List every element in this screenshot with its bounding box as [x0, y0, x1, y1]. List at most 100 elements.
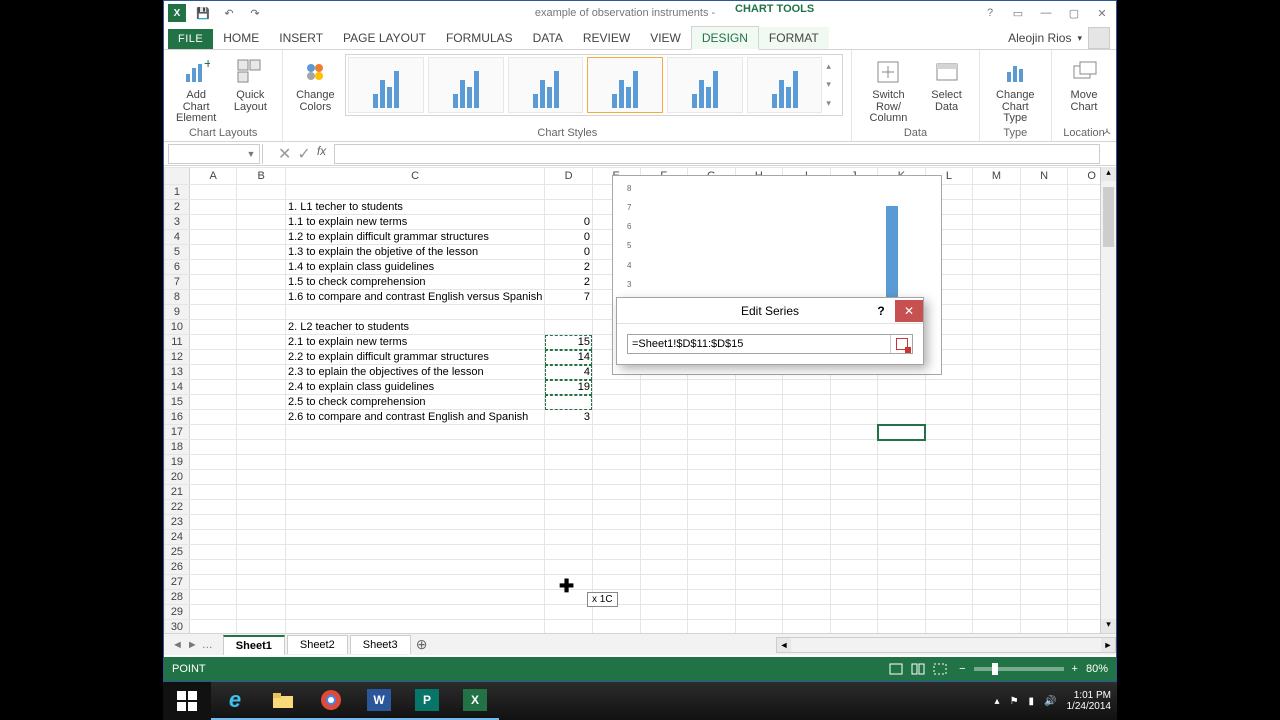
cell-J25[interactable] — [830, 545, 878, 560]
cell-D14[interactable]: 19 — [545, 380, 593, 395]
cell-G17[interactable] — [688, 425, 736, 440]
row-header-2[interactable]: 2 — [165, 200, 190, 215]
cell-C28[interactable] — [285, 590, 544, 605]
cell-B16[interactable] — [237, 410, 286, 425]
cell-G30[interactable] — [688, 620, 736, 634]
cell-M12[interactable] — [973, 350, 1021, 365]
cell-J15[interactable] — [830, 395, 878, 410]
cell-C4[interactable]: 1.2 to explain difficult grammar structu… — [285, 230, 544, 245]
cell-A9[interactable] — [189, 305, 237, 320]
cell-C17[interactable] — [285, 425, 544, 440]
cell-B6[interactable] — [237, 260, 286, 275]
cell-F16[interactable] — [640, 410, 688, 425]
row-header-29[interactable]: 29 — [165, 605, 190, 620]
cell-C30[interactable] — [285, 620, 544, 634]
cell-N11[interactable] — [1020, 335, 1068, 350]
cell-C16[interactable]: 2.6 to compare and contrast English and … — [285, 410, 544, 425]
cell-A12[interactable] — [189, 350, 237, 365]
taskbar-word-icon[interactable]: W — [355, 682, 403, 720]
cell-K27[interactable] — [878, 575, 926, 590]
cell-K15[interactable] — [878, 395, 926, 410]
cell-J17[interactable] — [830, 425, 878, 440]
row-header-1[interactable]: 1 — [165, 185, 190, 200]
cell-H15[interactable] — [735, 395, 783, 410]
taskbar-explorer-icon[interactable] — [259, 682, 307, 720]
cell-A26[interactable] — [189, 560, 237, 575]
tab-formulas[interactable]: FORMULAS — [436, 27, 523, 49]
row-header-26[interactable]: 26 — [165, 560, 190, 575]
start-button[interactable] — [163, 682, 211, 720]
cell-D20[interactable] — [545, 470, 593, 485]
cell-M9[interactable] — [973, 305, 1021, 320]
cell-J24[interactable] — [830, 530, 878, 545]
cell-F21[interactable] — [640, 485, 688, 500]
cell-C8[interactable]: 1.6 to compare and contrast English vers… — [285, 290, 544, 305]
cell-J30[interactable] — [830, 620, 878, 634]
row-header-23[interactable]: 23 — [165, 515, 190, 530]
row-header-22[interactable]: 22 — [165, 500, 190, 515]
cell-A22[interactable] — [189, 500, 237, 515]
cell-C20[interactable] — [285, 470, 544, 485]
cell-H20[interactable] — [735, 470, 783, 485]
col-header-C[interactable]: C — [285, 168, 544, 185]
cell-K21[interactable] — [878, 485, 926, 500]
cell-B14[interactable] — [237, 380, 286, 395]
cell-I30[interactable] — [783, 620, 830, 634]
tab-insert[interactable]: INSERT — [269, 27, 333, 49]
cell-D10[interactable] — [545, 320, 593, 335]
cell-N27[interactable] — [1020, 575, 1068, 590]
view-page-break-icon[interactable] — [929, 660, 951, 678]
sheet-tab-1[interactable]: Sheet1 — [223, 635, 285, 655]
cell-L18[interactable] — [925, 440, 973, 455]
cell-K26[interactable] — [878, 560, 926, 575]
cell-D3[interactable]: 0 — [545, 215, 593, 230]
cancel-formula-icon[interactable]: ✕ — [278, 144, 291, 164]
cell-B11[interactable] — [237, 335, 286, 350]
cell-J21[interactable] — [830, 485, 878, 500]
cell-D4[interactable]: 0 — [545, 230, 593, 245]
cell-K24[interactable] — [878, 530, 926, 545]
taskbar-chrome-icon[interactable] — [307, 682, 355, 720]
cell-L16[interactable] — [925, 410, 973, 425]
cell-D5[interactable]: 0 — [545, 245, 593, 260]
col-header-D[interactable]: D — [545, 168, 593, 185]
cell-J14[interactable] — [830, 380, 878, 395]
row-header-16[interactable]: 16 — [165, 410, 190, 425]
cell-M13[interactable] — [973, 365, 1021, 380]
cell-L17[interactable] — [925, 425, 973, 440]
row-header-24[interactable]: 24 — [165, 530, 190, 545]
cell-B2[interactable] — [237, 200, 286, 215]
cell-M30[interactable] — [973, 620, 1021, 634]
cell-D26[interactable] — [545, 560, 593, 575]
cell-D12[interactable]: 14 — [545, 350, 593, 365]
cell-B23[interactable] — [237, 515, 286, 530]
collapse-ribbon-icon[interactable]: ㅅ — [1102, 123, 1112, 139]
cell-F18[interactable] — [640, 440, 688, 455]
cell-F26[interactable] — [640, 560, 688, 575]
cell-M16[interactable] — [973, 410, 1021, 425]
cell-N20[interactable] — [1020, 470, 1068, 485]
cell-F24[interactable] — [640, 530, 688, 545]
cell-C22[interactable] — [285, 500, 544, 515]
cell-A7[interactable] — [189, 275, 237, 290]
cell-A1[interactable] — [189, 185, 237, 200]
cell-E21[interactable] — [592, 485, 640, 500]
cell-J29[interactable] — [830, 605, 878, 620]
account-menu[interactable]: Aleojin Rios ▾ — [1008, 27, 1116, 49]
cell-M14[interactable] — [973, 380, 1021, 395]
cell-G18[interactable] — [688, 440, 736, 455]
cell-G24[interactable] — [688, 530, 736, 545]
cell-F28[interactable] — [640, 590, 688, 605]
cell-M29[interactable] — [973, 605, 1021, 620]
cell-L23[interactable] — [925, 515, 973, 530]
series-values-input[interactable] — [628, 335, 890, 353]
formula-bar[interactable] — [334, 144, 1100, 164]
cell-A10[interactable] — [189, 320, 237, 335]
cell-D2[interactable] — [545, 200, 593, 215]
cell-D29[interactable] — [545, 605, 593, 620]
vertical-scrollbar[interactable]: ▴ ▾ — [1100, 167, 1116, 633]
cell-H23[interactable] — [735, 515, 783, 530]
cell-E28[interactable] — [592, 590, 640, 605]
tray-flag-icon[interactable]: ⚑ — [1010, 696, 1019, 707]
cell-E18[interactable] — [592, 440, 640, 455]
